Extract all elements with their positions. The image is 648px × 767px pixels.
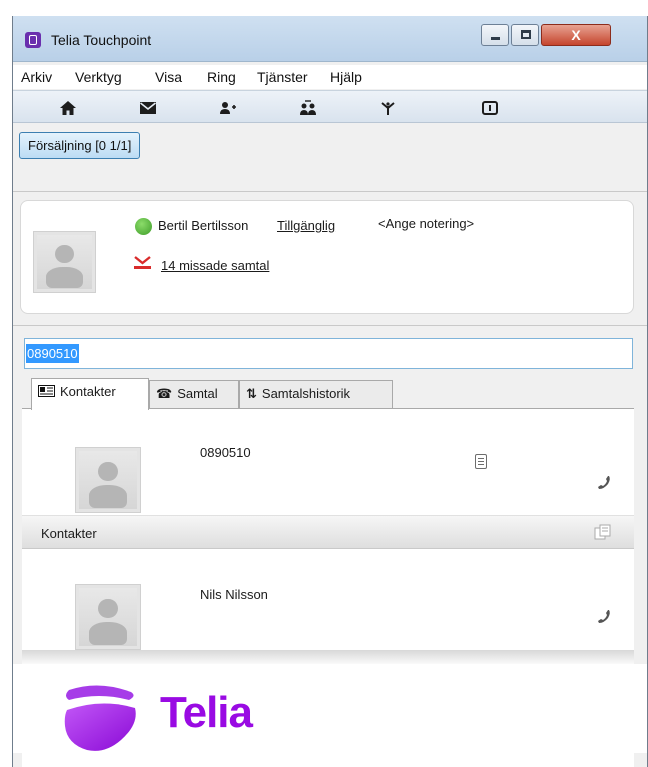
title-bar[interactable]: Telia Touchpoint X [13, 16, 647, 62]
window-title: Telia Touchpoint [51, 32, 152, 48]
tab-samtalshistorik[interactable]: ⇅ Samtalshistorik [239, 380, 393, 408]
missed-calls-link[interactable]: 14 missade samtal [161, 258, 269, 273]
maximize-button[interactable] [511, 24, 539, 46]
brand-wordmark: Telia [160, 688, 253, 737]
minimize-button[interactable] [481, 24, 509, 46]
toolbar [13, 90, 647, 123]
avatar[interactable] [75, 447, 141, 513]
menu-hjalp[interactable]: Hjälp [330, 69, 362, 85]
app-window: Telia Touchpoint X Arkiv Verktyg Visa Ri… [12, 16, 648, 767]
tab-label: Samtal [177, 386, 218, 401]
number-result[interactable]: 0890510 [200, 445, 251, 460]
divider [13, 191, 647, 192]
presence-status-link[interactable]: Tillgänglig [277, 218, 335, 233]
note-field[interactable]: <Ange notering> [378, 216, 474, 231]
history-icon: ⇅ [246, 386, 257, 401]
mail-icon[interactable] [139, 100, 157, 116]
missed-calls-icon [134, 256, 151, 269]
add-contact-icon[interactable] [219, 100, 237, 116]
section-header: Kontakter [22, 515, 634, 549]
profile-card: Bertil Bertilsson Tillgänglig <Ange note… [20, 200, 634, 314]
brand-footer: Telia [13, 664, 647, 753]
tab-kontakter[interactable]: Kontakter [31, 378, 149, 410]
tab-samtal[interactable]: ☎ Samtal [149, 380, 239, 408]
tab-bar: Kontakter ☎ Samtal ⇅ Samtalshistorik [31, 378, 631, 410]
calendar-icon[interactable] [481, 100, 499, 116]
menu-visa[interactable]: Visa [155, 69, 182, 85]
tab-label: Kontakter [60, 384, 116, 399]
minimize-icon [491, 37, 500, 40]
contacts-card-icon [38, 379, 55, 405]
search-input[interactable]: 0890510 [24, 338, 633, 369]
avatar[interactable] [33, 231, 96, 293]
phone-icon: ☎ [156, 386, 173, 401]
avatar[interactable] [75, 584, 141, 650]
close-icon: X [571, 27, 581, 43]
section-title: Kontakter [41, 526, 97, 541]
menu-ring[interactable]: Ring [207, 69, 236, 85]
details-icon[interactable] [475, 454, 487, 469]
contact-name[interactable]: Nils Nilsson [200, 587, 268, 602]
close-button[interactable]: X [541, 24, 611, 46]
menu-arkiv[interactable]: Arkiv [21, 69, 52, 85]
maximize-icon [521, 30, 531, 39]
transfer-icon[interactable] [299, 100, 317, 116]
queue-button[interactable]: Försäljning [0 1/1] [19, 132, 141, 159]
tab-label: Samtalshistorik [261, 386, 351, 401]
menu-bar: Arkiv Verktyg Visa Ring Tjänster Hjälp [13, 65, 647, 89]
cards-icon[interactable] [594, 524, 612, 540]
app-icon [25, 32, 41, 48]
home-icon[interactable] [59, 100, 77, 116]
split-icon[interactable] [379, 100, 397, 116]
status-indicator-icon [135, 218, 152, 235]
search-input-value: 0890510 [26, 344, 79, 363]
queue-area: Försäljning [0 1/1] [13, 124, 647, 192]
profile-name: Bertil Bertilsson [158, 218, 249, 233]
divider [13, 325, 647, 326]
telia-logo-icon [64, 685, 136, 751]
call-icon[interactable] [595, 473, 613, 491]
menu-tjanster[interactable]: Tjänster [257, 69, 308, 85]
menu-verktyg[interactable]: Verktyg [75, 69, 122, 85]
call-icon[interactable] [595, 607, 613, 625]
